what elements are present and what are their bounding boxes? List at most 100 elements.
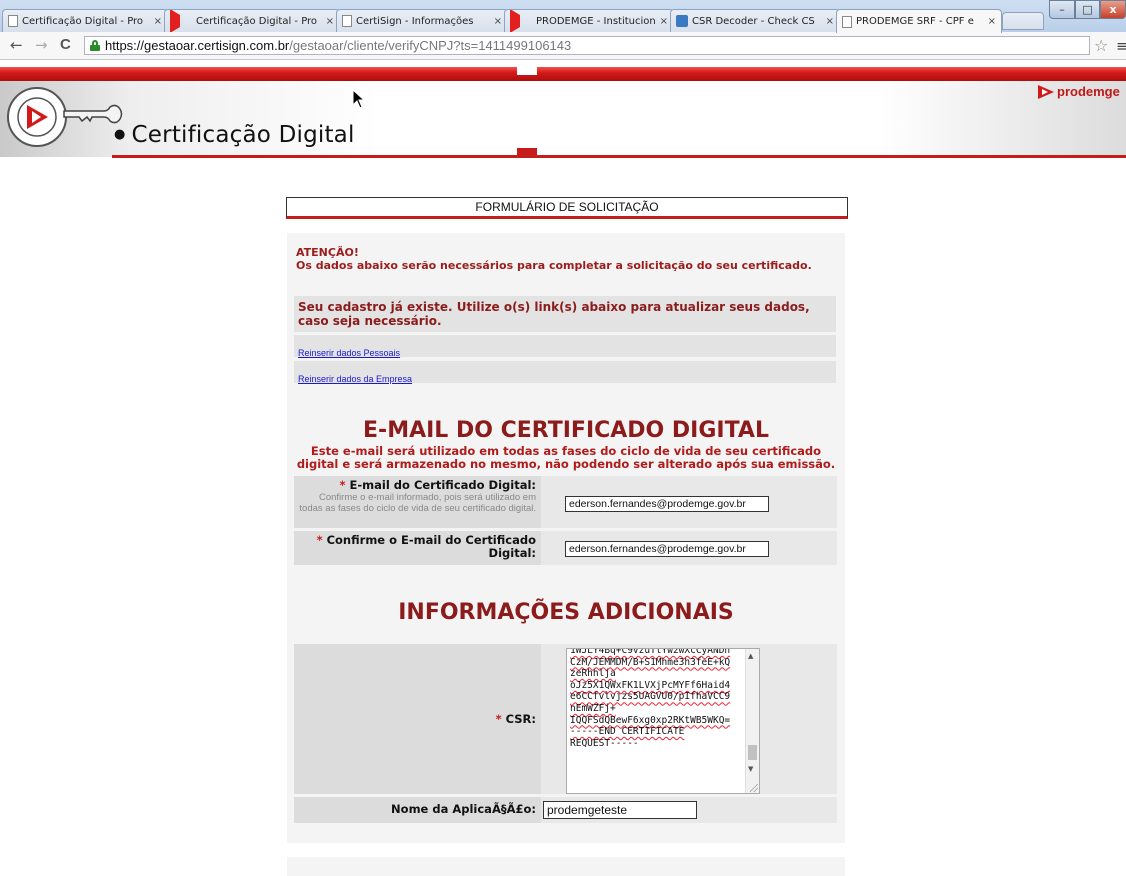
prodemge-icon (1038, 84, 1054, 99)
certification-seal-logo (7, 87, 67, 147)
tab-title: CSR Decoder - Check CS (692, 15, 815, 27)
confirm-email-label: Confirme o E-mail do Certificado Digital… (326, 533, 536, 560)
browser-toolbar: ← → C https://gestaoar.certisign.com.br/… (0, 32, 1126, 60)
prodemge-logo[interactable]: prodemge (1038, 84, 1120, 99)
scroll-up-icon[interactable]: ▲ (748, 652, 753, 660)
tab-close-icon[interactable]: × (494, 16, 502, 27)
warning-text: Os dados abaixo serão necessários para c… (296, 259, 812, 272)
email-field[interactable]: ederson.fernandes@prodemge.gov.br (565, 496, 769, 512)
required-mark: * (495, 712, 502, 726)
prodemge-icon (510, 10, 532, 32)
csr-text: 1WJLY4Bq+C9vzuTlYw2wXcCyANDh CzM/JEMMDM/… (570, 648, 742, 749)
additional-info-title: INFORMAÇÕES ADICIONAIS (398, 600, 734, 625)
lock-icon (90, 40, 100, 51)
header-red-bar (0, 67, 1126, 81)
email-subtitle-line: digital e será armazenado no mesmo, não … (296, 457, 836, 471)
scroll-down-icon[interactable]: ▼ (748, 765, 753, 773)
app-name-label: Nome da AplicaÃ§Ã£o: (391, 802, 536, 816)
scroll-thumb[interactable] (748, 745, 757, 760)
tab-title: PRODEMGE SRF - CPF e (856, 16, 974, 27)
confirm-email-field[interactable]: ederson.fernandes@prodemge.gov.br (565, 541, 769, 557)
tab-close-icon[interactable]: × (660, 16, 668, 27)
csr-line: zeRhhlja (570, 668, 616, 680)
confirm-label-cell: * Confirme o E-mail do Certificado Digit… (294, 531, 539, 565)
app-value-cell: prodemgeteste (541, 797, 837, 823)
browser-tab[interactable]: Certificação Digital - Pro × (164, 9, 340, 32)
reinsert-personal-link[interactable]: Reinserir dados Pessoais (298, 348, 400, 358)
reinsert-company-link[interactable]: Reinserir dados da Empresa (298, 374, 412, 384)
app-name-field[interactable]: prodemgeteste (543, 801, 697, 819)
forward-arrow-icon[interactable]: → (35, 37, 48, 53)
csr-textarea[interactable]: 1WJLY4Bq+C9vzuTlYw2wXcCyANDh CzM/JEMMDM/… (566, 648, 760, 794)
browser-tabstrip: Certificação Digital - Pro × Certificaçã… (0, 0, 1126, 33)
mouse-cursor-icon (352, 89, 366, 109)
url-host: https://gestaoar.certisign.com.br (105, 38, 290, 53)
tab-close-icon[interactable]: × (826, 16, 834, 27)
email-label: E-mail do Certificado Digital: (349, 478, 536, 492)
csr-line: REQUEST----- (570, 737, 639, 749)
csr-row: * CSR: 1WJLY4Bq+C9vzuTlYw2wXcCyANDh CzM/… (294, 644, 837, 794)
site-title-text: Certificação Digital (131, 122, 355, 148)
bookmark-star-icon[interactable]: ☆ (1094, 36, 1108, 55)
link-row-company: Reinserir dados da Empresa (294, 361, 836, 384)
csr-label-cell: * CSR: (294, 644, 539, 794)
browser-tab-active[interactable]: PRODEMGE SRF - CPF e × (836, 9, 1002, 33)
browser-menu-icon[interactable]: ≡ (1116, 37, 1126, 55)
confirm-value-cell: ederson.fernandes@prodemge.gov.br (541, 531, 837, 565)
form-header: FORMULÁRIO DE SOLICITAÇÃO (286, 197, 848, 219)
app-label-cell: Nome da AplicaÃ§Ã£o: (294, 797, 539, 823)
tab-close-icon[interactable]: × (154, 16, 162, 27)
page-icon (342, 15, 352, 27)
link-row-personal: Reinserir dados Pessoais (294, 335, 836, 358)
form-panel-bottom (287, 857, 845, 876)
tab-title: Certificação Digital - Pro (22, 15, 144, 27)
window-maximize-button[interactable]: □ (1075, 0, 1100, 19)
email-section-subtitle: Este e-mail será utilizado em todas as f… (287, 445, 845, 471)
header-tick (517, 148, 537, 155)
back-arrow-icon[interactable]: ← (10, 37, 23, 53)
browser-tab[interactable]: Certificação Digital - Pro × (2, 9, 168, 32)
csr-line: CzM/JEMMDM/B+S1Mhme3h3feE+kQ (570, 656, 731, 668)
required-mark: * (339, 478, 346, 492)
tab-title: Certificação Digital - Pro (196, 15, 318, 27)
csr-scrollbar[interactable]: ▲ ▼ (745, 649, 759, 793)
warning-block: ATENÇÃO! Os dados abaixo serão necessári… (296, 246, 841, 272)
browser-tab[interactable]: CSR Decoder - Check CS × (670, 9, 840, 32)
warning-title: ATENÇÃO! (296, 246, 359, 259)
browser-tab[interactable]: PRODEMGE - Institucion × (504, 9, 674, 32)
address-bar[interactable]: https://gestaoar.certisign.com.br/gestao… (84, 36, 1090, 55)
email-value-cell: ederson.fernandes@prodemge.gov.br (541, 476, 837, 528)
email-label-cell: * E-mail do Certificado Digital: Confirm… (294, 476, 539, 528)
confirm-email-row: * Confirme o E-mail do Certificado Digit… (294, 531, 837, 565)
csr-line: 1WJLY4Bq+C9vzuTlYw2wXcCyANDh (570, 648, 731, 656)
prodemge-brand-text: prodemge (1057, 84, 1120, 99)
browser-tab[interactable]: CertiSign - Informações × (336, 9, 508, 32)
email-hint: Confirme o e-mail informado, pois será u… (299, 492, 536, 514)
csr-line: e6CCfvlvjzs5UAGVU0/pIfhaVCC9 (570, 691, 731, 703)
csr-line: oJz5X1QWxFK1LVXjPcMYFf6Haid4 (570, 679, 731, 691)
email-section-title: E-MAIL DO CERTIFICADO DIGITAL (363, 418, 769, 443)
page-icon (842, 15, 852, 28)
tab-title: CertiSign - Informações (356, 15, 474, 27)
resize-grip-icon[interactable] (750, 784, 758, 792)
page-icon (8, 15, 18, 27)
required-mark: * (316, 533, 323, 547)
app-name-row: Nome da AplicaÃ§Ã£o: prodemgeteste (294, 797, 837, 823)
tab-close-icon[interactable]: × (326, 16, 334, 27)
csr-line: -----END CERTIFICATE (570, 726, 685, 738)
header-notch (517, 67, 537, 75)
new-tab-button[interactable] (1002, 12, 1044, 30)
csr-icon (676, 15, 688, 27)
window-minimize-button[interactable]: – (1049, 0, 1075, 19)
reload-icon[interactable]: C (60, 37, 71, 53)
tab-title: PRODEMGE - Institucion (536, 15, 656, 27)
csr-line: nEmWZFj+ (570, 702, 616, 714)
header-underline (112, 155, 1126, 158)
csr-label: CSR: (505, 712, 536, 726)
tab-close-icon[interactable]: × (988, 16, 996, 27)
csr-line: IQQFSdQBewF6xg0xp2RKtWB5WKQ= (570, 714, 731, 726)
email-row: * E-mail do Certificado Digital: Confirm… (294, 476, 837, 528)
window-close-button[interactable]: x (1100, 0, 1126, 19)
existing-registration-notice: Seu cadastro já existe. Utilize o(s) lin… (294, 296, 836, 332)
prodemge-icon (170, 10, 192, 32)
